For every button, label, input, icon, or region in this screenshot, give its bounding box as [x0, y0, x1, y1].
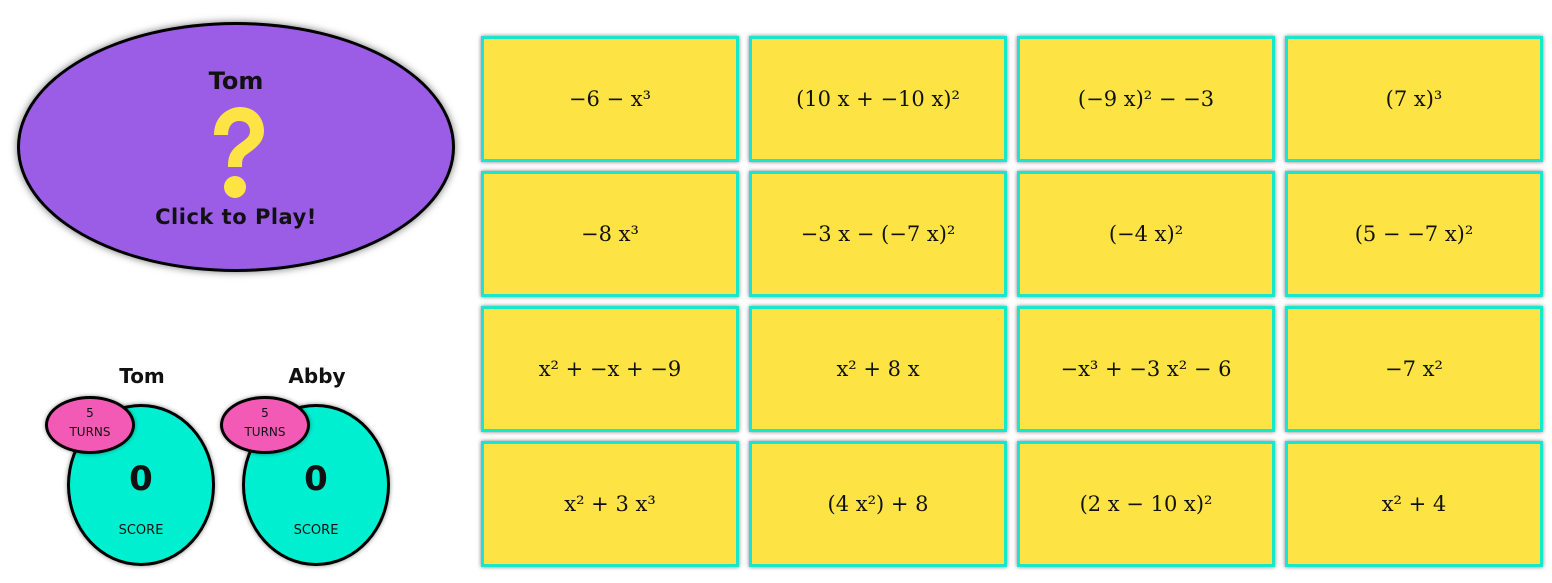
turns-count: 5 [261, 406, 269, 420]
question-mark-icon [214, 107, 264, 198]
card[interactable]: (4 x²) + 8 [749, 441, 1007, 567]
card[interactable]: −x³ + −3 x² − 6 [1017, 306, 1275, 432]
player-panel-abby: Abby 0 SCORE 5 TURNS [220, 364, 390, 566]
card-expression: (10 x + −10 x)² [796, 87, 960, 111]
turns-count: 5 [86, 406, 94, 420]
score-value: 0 [304, 459, 328, 499]
card-expression: (2 x − 10 x)² [1079, 492, 1213, 516]
card-expression: (4 x²) + 8 [827, 492, 929, 516]
play-button[interactable]: Tom Click to Play! [17, 22, 455, 272]
card[interactable]: −8 x³ [481, 171, 739, 297]
card[interactable]: −3 x − (−7 x)² [749, 171, 1007, 297]
card-expression: −8 x³ [581, 222, 639, 246]
player-panel-tom: Tom 0 SCORE 5 TURNS [45, 364, 215, 566]
card[interactable]: (2 x − 10 x)² [1017, 441, 1275, 567]
card-expression: x² + 3 x³ [564, 492, 656, 516]
turns-label: TURNS [244, 425, 286, 439]
card-expression: (7 x)³ [1385, 87, 1443, 111]
card[interactable]: (−9 x)² − −3 [1017, 36, 1275, 162]
score-label: SCORE [293, 523, 339, 538]
card[interactable]: x² + 8 x [749, 306, 1007, 432]
card-expression: −3 x − (−7 x)² [800, 222, 956, 246]
card[interactable]: (−4 x)² [1017, 171, 1275, 297]
card-expression: x² + −x + −9 [538, 357, 682, 381]
card-expression: (5 − −7 x)² [1354, 222, 1474, 246]
card[interactable]: x² + 4 [1285, 441, 1543, 567]
click-to-play-label: Click to Play! [155, 205, 317, 229]
card-expression: (−4 x)² [1108, 222, 1184, 246]
turns-badge: 5 TURNS [45, 396, 135, 454]
card-expression: −7 x² [1385, 357, 1443, 381]
card-expression: x² + 8 x [836, 357, 920, 381]
card[interactable]: (5 − −7 x)² [1285, 171, 1543, 297]
player-name: Abby [288, 364, 346, 388]
score-value: 0 [129, 459, 153, 499]
card-grid: −6 − x³ (10 x + −10 x)² (−9 x)² − −3 (7 … [481, 36, 1545, 568]
score-label: SCORE [118, 523, 164, 538]
player-name: Tom [119, 364, 165, 388]
turns-badge: 5 TURNS [220, 396, 310, 454]
card[interactable]: −7 x² [1285, 306, 1543, 432]
card-expression: x² + 4 [1381, 492, 1447, 516]
card[interactable]: −6 − x³ [481, 36, 739, 162]
card-expression: −x³ + −3 x² − 6 [1060, 357, 1232, 381]
card[interactable]: (10 x + −10 x)² [749, 36, 1007, 162]
card[interactable]: x² + 3 x³ [481, 441, 739, 567]
card-expression: (−9 x)² − −3 [1077, 87, 1215, 111]
turns-label: TURNS [69, 425, 111, 439]
card[interactable]: (7 x)³ [1285, 36, 1543, 162]
card[interactable]: x² + −x + −9 [481, 306, 739, 432]
current-player-name: Tom [208, 67, 264, 95]
card-expression: −6 − x³ [568, 87, 652, 111]
